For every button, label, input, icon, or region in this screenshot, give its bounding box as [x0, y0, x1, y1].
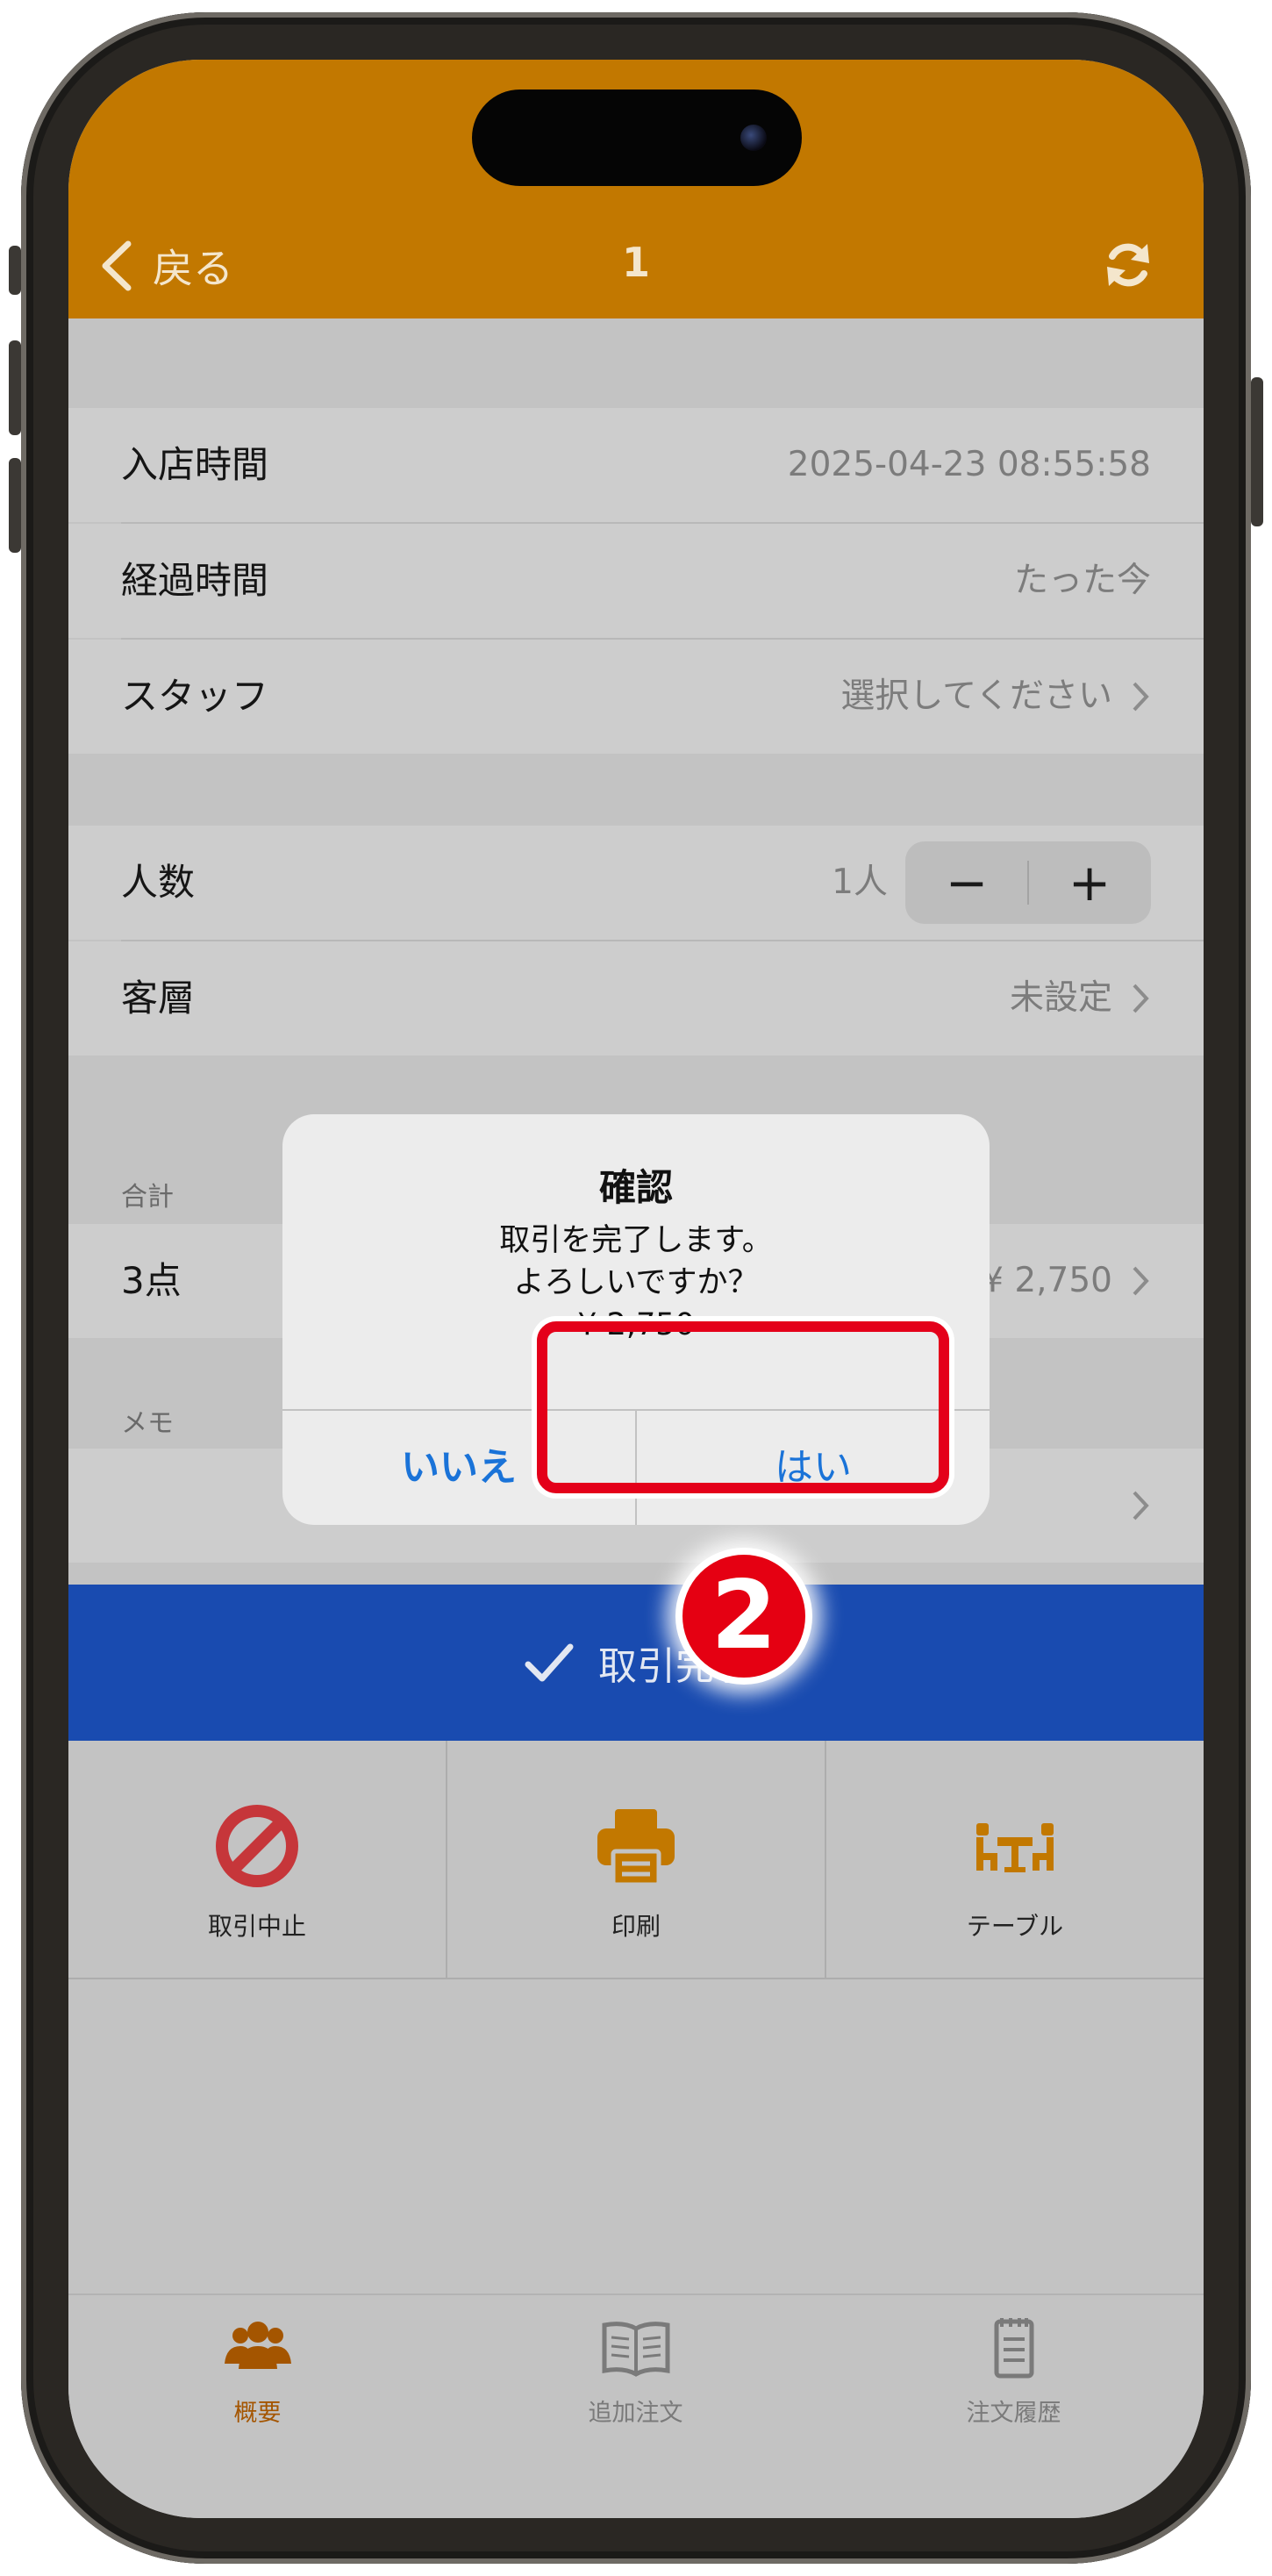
chevron-right-icon: [1133, 682, 1149, 712]
total-amount: ¥ 2,750: [982, 1261, 1112, 1300]
prohibited-icon: [216, 1805, 298, 1887]
total-items-label: 3点: [121, 1259, 182, 1302]
customer-segment-label: 客層: [121, 977, 196, 1020]
print-button[interactable]: 印刷: [447, 1741, 825, 1978]
print-label: 印刷: [611, 1912, 661, 1941]
tab-overview[interactable]: 概要: [68, 2295, 447, 2453]
chevron-right-icon: [1133, 1266, 1149, 1296]
tab-additional-order-label: 追加注文: [588, 2400, 683, 2427]
phone-action-button: [9, 246, 21, 295]
camera-icon: [740, 125, 767, 151]
decrement-button[interactable]: −: [905, 841, 1028, 924]
cancel-transaction-label: 取引中止: [207, 1912, 306, 1941]
total-section-label: 合計: [121, 1182, 174, 1213]
phone-volume-up-button: [9, 340, 21, 435]
elapsed-time-row: 経過時間 たった今: [68, 524, 1204, 638]
people-icon: [224, 2322, 291, 2369]
complete-transaction-button[interactable]: 取引完了: [68, 1585, 1204, 1741]
tab-order-history-label: 注文履歴: [966, 2400, 1061, 2427]
phone-power-button: [1251, 377, 1263, 526]
dynamic-island: [472, 89, 802, 186]
receipt-icon: [994, 2318, 1033, 2379]
guest-count-label: 人数: [121, 861, 196, 904]
memo-section-label: メモ: [121, 1408, 174, 1439]
cancel-transaction-button[interactable]: 取引中止: [68, 1741, 446, 1978]
yes-button-highlight: [537, 1321, 949, 1493]
page-title: 1: [621, 239, 650, 286]
customer-segment-row[interactable]: 客層 未設定: [68, 941, 1204, 1055]
dialog-title: 確認: [598, 1166, 673, 1209]
tab-additional-order[interactable]: 追加注文: [447, 2295, 825, 2453]
entry-time-row: 入店時間 2025-04-23 08:55:58: [68, 408, 1204, 522]
nav-header: 戻る 1: [68, 60, 1204, 318]
guest-count-row: 人数 1人 − +: [68, 826, 1204, 940]
increment-button[interactable]: +: [1028, 841, 1151, 924]
table-seating-icon: [976, 1823, 1054, 1872]
elapsed-time-value: たった今: [1013, 561, 1151, 600]
tab-bar: 概要 追加注文 注文履歴: [68, 2293, 1204, 2518]
menu-book-icon: [602, 2322, 669, 2377]
guest-count-stepper: − +: [905, 841, 1151, 924]
refresh-icon[interactable]: [1102, 239, 1154, 291]
customer-segment-value: 未設定: [1009, 978, 1112, 1018]
staff-value: 選択してください: [840, 676, 1112, 716]
table-button[interactable]: テーブル: [826, 1741, 1204, 1978]
action-grid: 取引中止 印刷 テーブル: [68, 1741, 1204, 1979]
dialog-message-line: よろしいですか？: [513, 1265, 759, 1300]
guest-count-value: 1人: [832, 862, 888, 902]
staff-label: スタッフ: [121, 675, 269, 718]
tab-order-history[interactable]: 注文履歴: [825, 2295, 1203, 2453]
entry-time-label: 入店時間: [121, 443, 269, 486]
phone-volume-down-button: [9, 458, 21, 553]
chevron-right-icon: [1133, 1491, 1149, 1521]
chevron-right-icon: [1133, 984, 1149, 1013]
table-label: テーブル: [966, 1912, 1064, 1941]
checkmark-icon: [525, 1643, 574, 1682]
elapsed-time-label: 経過時間: [121, 559, 269, 602]
tab-overview-label: 概要: [233, 2400, 282, 2427]
dialog-message-line: 取引を完了します。: [499, 1223, 773, 1258]
printer-icon: [597, 1809, 675, 1887]
phone-screen: 戻る 1 入店時間 2025-04-23 08:55:58 経過時間 たった今 …: [68, 60, 1204, 2518]
staff-row[interactable]: スタッフ 選択してください: [68, 640, 1204, 754]
step-number-badge: 2: [675, 1548, 812, 1685]
entry-time-value: 2025-04-23 08:55:58: [787, 445, 1151, 484]
